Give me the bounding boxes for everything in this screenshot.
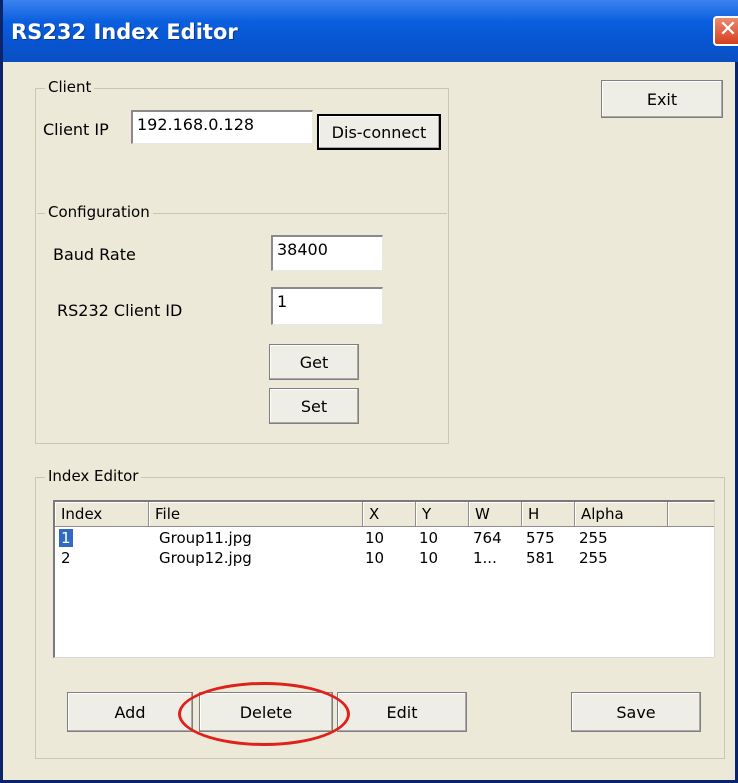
row-w-cell: 1... [473, 549, 497, 567]
exit-button[interactable]: Exit [601, 80, 723, 118]
row-h-cell: 581 [526, 549, 555, 567]
client-group-label: Client [45, 78, 95, 96]
baud-rate-label: Baud Rate [53, 245, 136, 264]
table-row[interactable]: 1 Group11.jpg 10 10 764 575 255 [55, 528, 714, 548]
client-id-field[interactable]: 1 [271, 287, 383, 325]
client-ip-field[interactable]: 192.168.0.128 [131, 110, 313, 144]
index-list-view[interactable]: Index File X Y W H Alpha 1 Group11.jpg 1… [53, 500, 715, 658]
client-ip-label: Client IP [43, 120, 109, 139]
close-icon[interactable]: ✕ [713, 16, 738, 46]
row-index-cell: 2 [61, 549, 71, 567]
table-row[interactable]: 2 Group12.jpg 10 10 1... 581 255 [55, 548, 714, 568]
row-y-cell: 10 [419, 529, 439, 547]
column-header-filler [668, 502, 714, 527]
column-header-w[interactable]: W [469, 502, 522, 527]
column-header-h[interactable]: H [522, 502, 575, 527]
row-alpha-cell: 255 [579, 549, 608, 567]
edit-button[interactable]: Edit [337, 692, 467, 732]
disconnect-button[interactable]: Dis-connect [317, 114, 441, 150]
client-id-label: RS232 Client ID [57, 301, 183, 320]
save-button[interactable]: Save [571, 692, 701, 732]
rs232-index-editor-window: RS232 Index Editor ✕ Exit Client Client … [0, 0, 738, 783]
column-header-file[interactable]: File [149, 502, 363, 527]
delete-button[interactable]: Delete [199, 692, 333, 732]
set-button[interactable]: Set [269, 388, 359, 424]
list-header: Index File X Y W H Alpha [55, 502, 714, 527]
row-h-cell: 575 [526, 529, 555, 547]
baud-rate-field[interactable]: 38400 [271, 235, 383, 271]
row-alpha-cell: 255 [579, 529, 608, 547]
title-bar[interactable]: RS232 Index Editor [3, 0, 738, 62]
index-editor-group-label: Index Editor [45, 467, 142, 485]
configuration-group-label: Configuration [45, 203, 153, 221]
column-header-y[interactable]: Y [416, 502, 469, 527]
row-x-cell: 10 [365, 549, 385, 567]
column-header-index[interactable]: Index [55, 502, 149, 527]
window-title: RS232 Index Editor [11, 20, 238, 44]
column-header-alpha[interactable]: Alpha [575, 502, 668, 527]
get-button[interactable]: Get [269, 344, 359, 380]
row-w-cell: 764 [473, 529, 502, 547]
row-x-cell: 10 [365, 529, 385, 547]
add-button[interactable]: Add [67, 692, 193, 732]
row-index-cell: 1 [59, 529, 73, 547]
row-y-cell: 10 [419, 549, 439, 567]
row-file-cell: Group11.jpg [159, 529, 252, 547]
column-header-x[interactable]: X [363, 502, 416, 527]
row-file-cell: Group12.jpg [159, 549, 252, 567]
